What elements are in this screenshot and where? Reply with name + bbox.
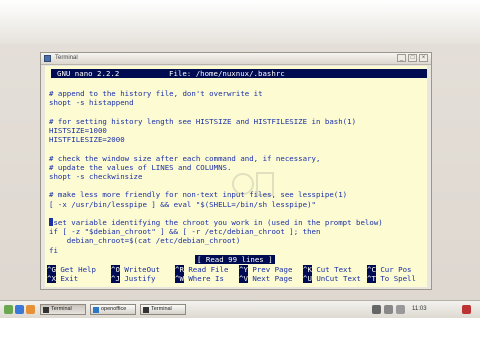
text-line: HISTSIZE=1000 <box>49 126 107 135</box>
shortcut-get-help[interactable]: ^G Get Help <box>47 265 96 274</box>
shortcut-key: ^Y <box>239 265 248 274</box>
shortcut-label: Get Help <box>60 265 96 274</box>
window-titlebar[interactable]: Terminal _ □ × <box>41 53 431 65</box>
shortcut-label: WriteOut <box>124 265 160 274</box>
taskbar-task-label: Terminal <box>151 306 172 312</box>
taskbar: Terminal openoffice Terminal 11:03 <box>0 300 480 319</box>
shortcut-next-page[interactable]: ^V Next Page <box>239 274 292 283</box>
shortcut-key: ^W <box>175 274 184 283</box>
text-line: shopt -s checkwinsize <box>49 172 143 181</box>
terminal-area[interactable]: GNU nano 2.2.2 File: /home/nuxnux/.bashr… <box>45 66 427 287</box>
shortcut-label: Exit <box>60 274 79 283</box>
shortcut-prev-page[interactable]: ^Y Prev Page <box>239 265 292 274</box>
openoffice-task-icon <box>93 307 99 313</box>
shortcut-writeout[interactable]: ^O WriteOut <box>111 265 160 274</box>
shortcut-key: ^T <box>367 274 376 283</box>
shortcut-key: ^O <box>111 265 120 274</box>
taskbar-task-label: Terminal <box>51 306 72 312</box>
files-launcher-icon[interactable] <box>26 305 35 314</box>
text-line: # append to the history file, don't over… <box>49 89 263 99</box>
text-line: if [ -z "$debian_chroot" ] && [ -r /etc/… <box>49 227 321 237</box>
text-line: fi <box>49 245 58 255</box>
terminal-task-icon <box>43 307 49 313</box>
shortcut-read-file[interactable]: ^R Read File <box>175 265 228 274</box>
shortcut-justify[interactable]: ^J Justify <box>111 274 156 283</box>
shortcut-key: ^C <box>367 265 376 274</box>
bottom-blank-area <box>0 318 480 360</box>
desktop-background <box>0 0 480 44</box>
clock[interactable]: 11:03 <box>412 304 427 315</box>
battery-icon[interactable] <box>396 305 405 314</box>
shortcut-exit[interactable]: ^X Exit <box>47 274 78 283</box>
text-line: HISTFILESIZE=2000 <box>49 135 125 145</box>
text-cursor <box>49 218 53 226</box>
nano-filename: File: /home/nuxnux/.bashrc <box>169 69 285 78</box>
menu-icon[interactable] <box>4 305 13 314</box>
terminal-window: Terminal _ □ × GNU nano 2.2.2 File: /hom… <box>40 52 432 290</box>
status-message: [ Read 99 lines ] <box>195 255 275 264</box>
text-line: set variable identifying the chroot you … <box>49 218 383 227</box>
taskbar-task-openoffice[interactable]: openoffice <box>90 304 136 315</box>
minimize-button[interactable]: _ <box>397 54 406 62</box>
maximize-button[interactable]: □ <box>408 54 417 62</box>
power-icon[interactable] <box>462 305 471 314</box>
close-button[interactable]: × <box>419 54 428 62</box>
terminal-icon <box>44 55 51 62</box>
shortcut-label: UnCut Text <box>316 274 361 283</box>
window-title: Terminal <box>55 55 78 61</box>
shortcut-label: Prev Page <box>252 265 293 274</box>
shortcut-key: ^U <box>303 274 312 283</box>
shortcut-key: ^J <box>111 274 120 283</box>
watermark-logo <box>232 172 274 196</box>
shortcut-key: ^G <box>47 265 56 274</box>
shortcut-key: ^K <box>303 265 312 274</box>
shortcut-label: Read File <box>188 265 229 274</box>
shortcut-key: ^X <box>47 274 56 283</box>
shortcut-label: To Spell <box>380 274 416 283</box>
shortcut-key: ^R <box>175 265 184 274</box>
shortcut-to-spell[interactable]: ^T To Spell <box>367 274 416 283</box>
text-line: # check the window size after each comma… <box>49 153 321 163</box>
text-line: # make less more friendly for non-text i… <box>49 190 348 200</box>
terminal-task-icon <box>143 307 149 313</box>
nano-header: GNU nano 2.2.2 File: /home/nuxnux/.bashr… <box>51 69 427 78</box>
shortcut-label: Justify <box>124 274 156 283</box>
text-line: shopt -s histappend <box>49 98 134 108</box>
shortcut-cut-text[interactable]: ^K Cut Text <box>303 265 352 274</box>
shortcut-label: Where Is <box>188 274 224 283</box>
taskbar-task-terminal-2[interactable]: Terminal <box>140 304 186 315</box>
volume-icon[interactable] <box>384 305 393 314</box>
shortcut-label: Cut Text <box>316 265 352 274</box>
shortcut-where-is[interactable]: ^W Where Is <box>175 274 224 283</box>
network-icon[interactable] <box>372 305 381 314</box>
taskbar-task-label: openoffice <box>101 306 127 312</box>
browser-launcher-icon[interactable] <box>15 305 24 314</box>
text-line: # for setting history length see HISTSIZ… <box>49 116 357 126</box>
shortcut-label: Next Page <box>252 274 293 283</box>
text-line: # update the values of LINES and COLUMNS… <box>49 162 232 172</box>
shortcut-cur-pos[interactable]: ^C Cur Pos <box>367 265 412 274</box>
cursor-marker <box>49 218 53 227</box>
shortcut-uncut-text[interactable]: ^U UnCut Text <box>303 274 361 283</box>
text-line: debian_chroot=$(cat /etc/debian_chroot) <box>49 236 241 246</box>
shortcut-key: ^V <box>239 274 248 283</box>
taskbar-task-terminal[interactable]: Terminal <box>40 304 86 315</box>
nano-version: GNU nano 2.2.2 <box>57 69 120 78</box>
shortcut-label: Cur Pos <box>380 265 412 274</box>
